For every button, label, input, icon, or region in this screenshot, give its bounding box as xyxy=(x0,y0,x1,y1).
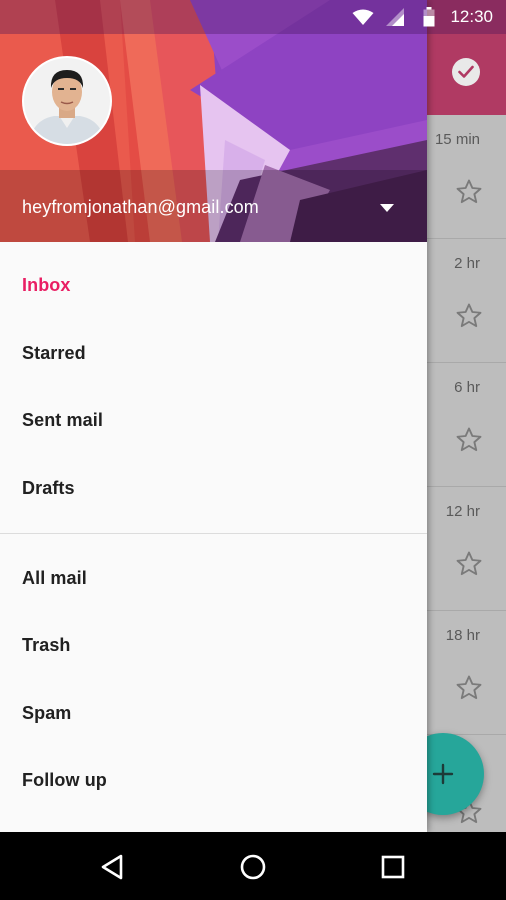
status-time: 12:30 xyxy=(450,7,493,26)
mail-time: 18 hr xyxy=(445,627,480,644)
nav-item-inbox[interactable]: Inbox xyxy=(0,256,427,316)
mail-time: 12 hr xyxy=(445,503,480,520)
nav-item-label: Follow up xyxy=(22,770,107,790)
nav-item-label: Trash xyxy=(22,635,71,655)
navigation-drawer: heyfromjonathan@gmail.com Inbox Starred … xyxy=(0,0,427,832)
star-outline-icon[interactable] xyxy=(454,301,484,331)
signal-icon xyxy=(386,8,404,26)
star-outline-icon[interactable] xyxy=(454,425,484,455)
nav-item-all-mail[interactable]: All mail xyxy=(0,549,427,609)
star-outline-icon[interactable] xyxy=(454,673,484,703)
nav-item-label: Starred xyxy=(22,343,86,363)
star-outline-icon[interactable] xyxy=(454,177,484,207)
nav-item-spam[interactable]: Spam xyxy=(0,684,427,744)
battery-icon xyxy=(423,7,435,27)
mail-time: 15 min xyxy=(434,131,480,148)
dropdown-arrow-icon[interactable] xyxy=(378,202,396,214)
nav-item-label: Sent mail xyxy=(22,410,103,430)
home-icon[interactable] xyxy=(238,852,268,882)
nav-item-follow-up[interactable]: Follow up xyxy=(0,751,427,811)
divider xyxy=(0,533,427,534)
nav-item-starred[interactable]: Starred xyxy=(0,324,427,384)
nav-item-trash[interactable]: Trash xyxy=(0,616,427,676)
nav-item-label: Inbox xyxy=(22,275,71,295)
nav-item-label: All mail xyxy=(22,568,87,588)
wifi-icon xyxy=(352,9,374,25)
account-email: heyfromjonathan@gmail.com xyxy=(22,197,259,217)
nav-item-label: Spam xyxy=(22,703,72,723)
nav-item-label: Drafts xyxy=(22,478,75,498)
system-navigation-bar xyxy=(0,832,506,900)
account-header: heyfromjonathan@gmail.com xyxy=(0,0,427,242)
mail-time: 2 hr xyxy=(454,255,480,272)
check-circle-icon[interactable] xyxy=(452,58,480,86)
back-icon[interactable] xyxy=(98,852,128,882)
recents-icon[interactable] xyxy=(378,852,408,882)
mail-time: 6 hr xyxy=(454,379,480,396)
star-outline-icon[interactable] xyxy=(454,549,484,579)
avatar[interactable] xyxy=(22,56,112,146)
status-bar: 12:30 xyxy=(0,0,506,34)
nav-item-sent-mail[interactable]: Sent mail xyxy=(0,391,427,451)
plus-icon xyxy=(432,763,454,785)
nav-item-drafts[interactable]: Drafts xyxy=(0,459,427,519)
